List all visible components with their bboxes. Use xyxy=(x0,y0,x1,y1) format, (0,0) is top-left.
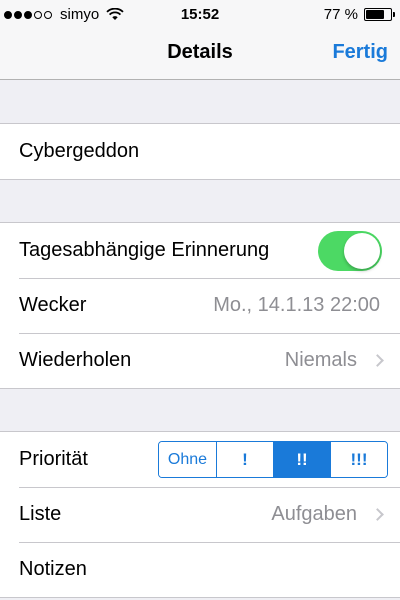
priority-option-high[interactable]: !!! xyxy=(330,442,387,477)
toggle-knob xyxy=(344,232,380,269)
status-right: 77 % xyxy=(323,6,395,23)
repeat-value-wrap: Niemals xyxy=(284,349,384,372)
priority-label: Priorität xyxy=(19,448,88,470)
notes-row[interactable]: Notizen xyxy=(0,542,400,597)
day-reminder-row: Tagesabhängige Erinnerung xyxy=(0,223,400,278)
alarm-label: Wecker xyxy=(19,294,87,316)
battery-icon xyxy=(364,8,395,21)
list-row[interactable]: Liste Aufgaben xyxy=(0,487,400,542)
priority-row: Priorität Ohne ! !! !!! xyxy=(0,432,400,487)
repeat-label: Wiederholen xyxy=(19,349,132,371)
priority-option-low[interactable]: ! xyxy=(216,442,273,477)
alarm-row[interactable]: Wecker Mo., 14.1.13 22:00 xyxy=(0,278,400,333)
chevron-right-icon xyxy=(371,354,384,367)
title-group: Cybergeddon xyxy=(0,123,400,180)
list-label: Liste xyxy=(19,503,62,525)
task-title-field[interactable]: Cybergeddon xyxy=(0,124,400,179)
status-bar: simyo 15:52 77 % xyxy=(0,0,400,28)
day-reminder-toggle[interactable] xyxy=(318,230,382,271)
battery-fill xyxy=(366,10,385,19)
details-group: Priorität Ohne ! !! !!! Liste Aufgaben N… xyxy=(0,431,400,598)
notes-label: Notizen xyxy=(19,558,87,580)
task-title-text: Cybergeddon xyxy=(19,140,140,162)
repeat-row[interactable]: Wiederholen Niemals xyxy=(0,333,400,388)
list-value-wrap: Aufgaben xyxy=(271,503,384,526)
alarm-value: Mo., 14.1.13 22:00 xyxy=(213,294,380,316)
navigation-bar: Details Fertig xyxy=(0,28,400,80)
battery-percent: 77 % xyxy=(323,6,358,23)
chevron-right-icon xyxy=(371,508,384,521)
priority-option-none[interactable]: Ohne xyxy=(159,442,216,477)
priority-segmented-control: Ohne ! !! !!! xyxy=(158,441,388,478)
day-reminder-label: Tagesabhängige Erinnerung xyxy=(19,239,270,261)
list-value: Aufgaben xyxy=(271,503,357,525)
priority-option-medium[interactable]: !! xyxy=(273,442,330,477)
done-button[interactable]: Fertig xyxy=(332,41,388,64)
reminder-group: Tagesabhängige Erinnerung Wecker Mo., 14… xyxy=(0,222,400,389)
repeat-value: Niemals xyxy=(284,349,357,371)
